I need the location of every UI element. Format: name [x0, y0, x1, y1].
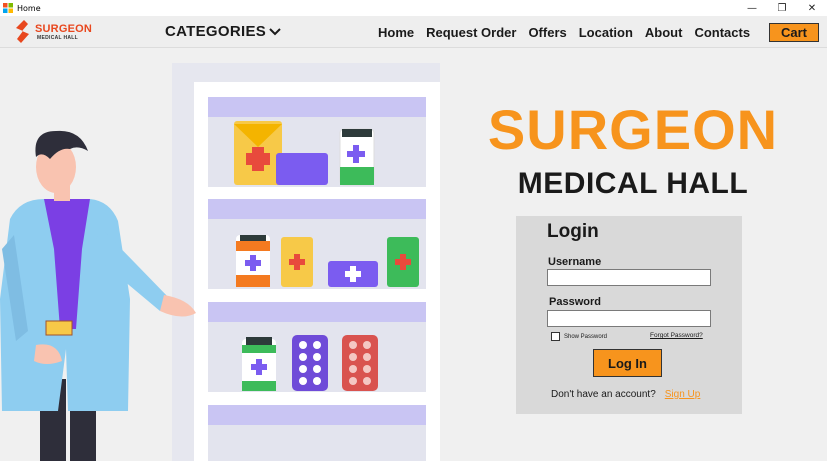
window-controls: — ❐ ✕ — [737, 0, 827, 16]
categories-dropdown[interactable]: CATEGORIES — [165, 23, 281, 40]
app-icon — [3, 3, 13, 13]
login-button[interactable]: Log In — [593, 349, 662, 377]
restore-button[interactable]: ❐ — [767, 0, 797, 16]
close-button[interactable]: ✕ — [797, 0, 827, 16]
categories-label: CATEGORIES — [165, 23, 267, 40]
show-password-checkbox[interactable] — [551, 332, 560, 341]
brand-logo[interactable]: SURGEON MEDICAL HALL — [12, 19, 92, 45]
hero-title: SURGEON — [487, 98, 779, 161]
no-account-text: Don't have an account? — [551, 389, 656, 400]
signup-link[interactable]: Sign Up — [665, 389, 701, 400]
hero-subtitle: MEDICAL HALL — [517, 167, 749, 200]
forgot-password-link[interactable]: Forgot Password? — [650, 332, 703, 339]
minimize-button[interactable]: — — [737, 0, 767, 16]
login-title: Login — [547, 221, 599, 242]
username-field[interactable] — [547, 269, 711, 286]
pharmacist-figure — [0, 130, 196, 461]
signup-row: Don't have an account? Sign Up — [551, 389, 700, 400]
chevron-down-icon — [269, 28, 281, 36]
password-label: Password — [549, 296, 601, 308]
username-label: Username — [548, 256, 602, 268]
nav-link-home[interactable]: Home — [378, 25, 414, 40]
nav-link-location[interactable]: Location — [579, 25, 633, 40]
window-titlebar: Home — ❐ ✕ — [0, 0, 827, 16]
show-password-row[interactable]: Show Password — [551, 332, 607, 341]
login-panel: Login Username Password Show Password Fo… — [516, 216, 742, 414]
window-title: Home — [17, 3, 41, 13]
nav-link-request-order[interactable]: Request Order — [426, 25, 516, 40]
password-field[interactable] — [547, 310, 711, 327]
brand-subname: MEDICAL HALL — [37, 35, 79, 41]
cart-button[interactable]: Cart — [769, 23, 819, 42]
nav-link-about[interactable]: About — [645, 25, 683, 40]
show-password-label: Show Password — [564, 333, 608, 340]
nav-link-offers[interactable]: Offers — [528, 25, 566, 40]
nav-link-contacts[interactable]: Contacts — [694, 25, 750, 40]
navbar: SURGEON MEDICAL HALL CATEGORIES Home Req… — [0, 16, 827, 48]
nav-links: Home Request Order Offers Location About… — [378, 25, 762, 40]
brand-name: SURGEON — [35, 23, 93, 35]
logo-mark-icon — [16, 20, 29, 43]
pharmacy-illustration — [0, 63, 440, 461]
